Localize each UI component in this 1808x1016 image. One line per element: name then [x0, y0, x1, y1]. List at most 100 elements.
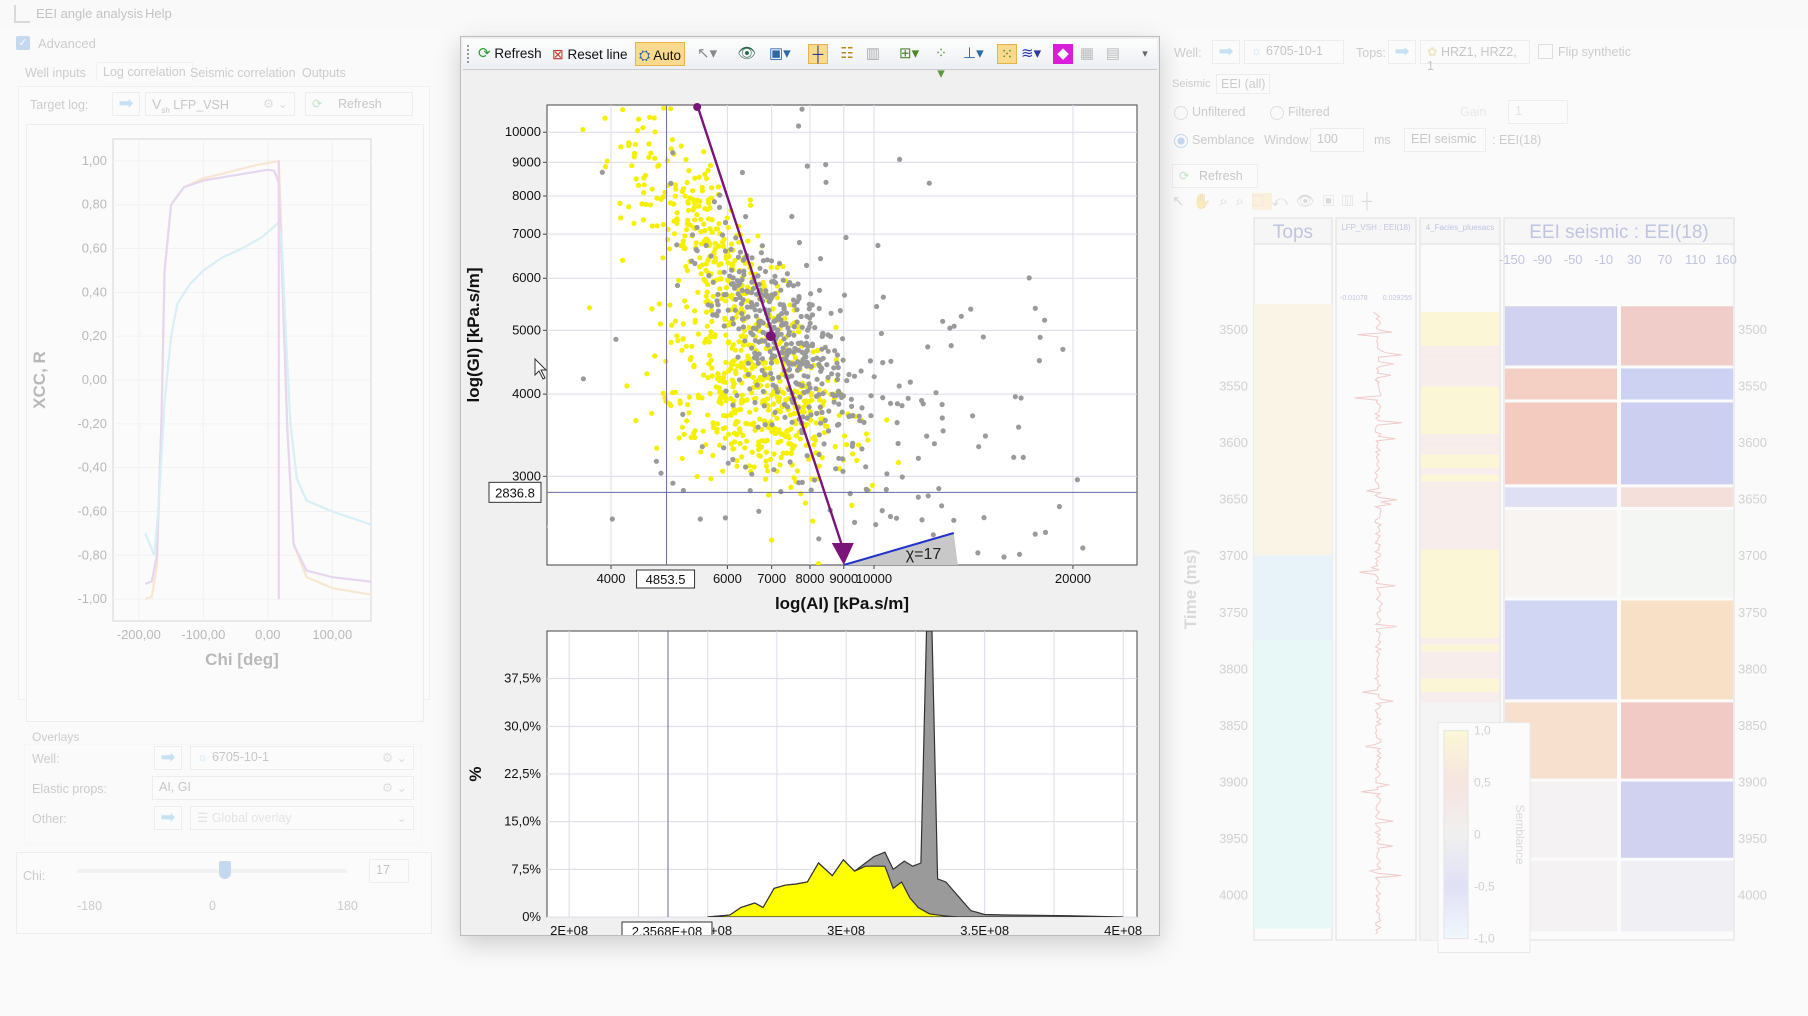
toolbar-overflow-icon[interactable]: ▾: [1135, 44, 1155, 64]
eye-icon[interactable]: 👁: [1296, 193, 1323, 210]
tab-well-inputs[interactable]: Well inputs: [25, 66, 86, 80]
pan-hand-icon[interactable]: ✋: [1193, 193, 1220, 210]
app-title-tab[interactable]: EEI angle analysis: [36, 6, 143, 21]
scatter-point-gray-cluster-core: [773, 280, 779, 286]
scatter-point-gray-cluster-core: [732, 307, 738, 313]
chi-slider-thumb[interactable]: [218, 861, 231, 879]
scatter-point-yellow-cluster-lower: [804, 398, 810, 404]
select-icon[interactable]: ⬚: [1252, 193, 1272, 210]
scatter-point-gray-cluster-core: [775, 389, 781, 395]
crosshair-icon[interactable]: ┼: [1362, 193, 1381, 210]
auto-button[interactable]: ⛭ Auto: [635, 42, 685, 66]
facies-band: [1421, 393, 1499, 401]
eye-icon[interactable]: 👁: [737, 44, 757, 64]
overlay-other-arrow-button[interactable]: ➡: [154, 806, 182, 830]
scatter-point-gray-cluster-core: [844, 378, 850, 384]
colorbar-title: Semblance: [1513, 805, 1527, 865]
scatter-point-gray-cluster-core: [768, 370, 774, 377]
other-overlay-placeholder: Global overlay: [211, 811, 292, 825]
chi-slider-track[interactable]: [77, 869, 347, 873]
scatter-point-yellow-cluster-upper: [617, 200, 623, 206]
chi-value-input[interactable]: 17: [369, 859, 409, 883]
contour-icon[interactable]: ≋▾: [1021, 44, 1041, 64]
layout-icon[interactable]: ▣▾: [769, 44, 791, 64]
seismic-tab-eei-all[interactable]: EEI (all): [1216, 74, 1271, 94]
scatter-point-gray-cluster-core: [851, 373, 858, 379]
scatter-point-yellow-cluster-lower: [763, 476, 769, 482]
tab-log-correlation[interactable]: Log correlation: [96, 62, 193, 81]
crossplot-chart[interactable]: 4000 6000 7000 8000 900010000 200001000090008…: [461, 69, 1159, 625]
target-refresh-button[interactable]: ⟳ Refresh: [305, 92, 413, 116]
scatter-y-tick-label: 9000: [512, 154, 541, 169]
scatter-point-gray-cluster-sparse: [1026, 275, 1032, 281]
undo-zoom-icon[interactable]: ↶: [1272, 193, 1296, 210]
eei-seismic-select[interactable]: EEI seismic: [1404, 128, 1486, 152]
scatter-point-yellow-cluster-upper: [707, 226, 713, 232]
facies-band: [1421, 488, 1499, 496]
scatter-point-gray-cluster-core: [740, 257, 746, 263]
magenta-icon[interactable]: ◆: [1053, 44, 1073, 64]
other-overlay-select[interactable]: ☰ Global overlay ⌄: [190, 806, 414, 830]
scatter-options-icon[interactable]: ⊞▾: [899, 44, 919, 64]
scatter-point-yellow-cluster-upper: [699, 241, 705, 247]
tab-seismic-correlation[interactable]: Seismic correlation: [190, 66, 296, 80]
reset-line-button[interactable]: ⊠ Reset line: [549, 42, 631, 66]
axis-icon[interactable]: ⊥▾: [963, 44, 984, 64]
filtered-radio[interactable]: [1270, 106, 1284, 120]
help-menu[interactable]: Help: [145, 6, 172, 21]
scatter-point-gray-cluster-sparse: [806, 588, 811, 593]
tops-select[interactable]: ✿ HRZ1, HRZ2, 1: [1420, 40, 1530, 73]
target-log-select[interactable]: Vsh LFP_VSH ⚙ ⌄: [145, 92, 295, 116]
gain-input[interactable]: 1: [1508, 100, 1568, 124]
scatter-point-yellow-cluster-lower: [703, 336, 709, 342]
scatter-point-gray-cluster-core: [804, 453, 810, 459]
overlay-well-arrow-button[interactable]: ➡: [154, 746, 182, 770]
zoom-box-icon[interactable]: ⌕: [1219, 193, 1235, 210]
unfiltered-label: Unfiltered: [1192, 105, 1246, 119]
scatter-point-yellow-cluster-lower: [716, 389, 723, 395]
target-log-arrow-button[interactable]: ➡: [112, 92, 140, 116]
scatter-point-gray-cluster-core: [818, 420, 824, 426]
columns-icon[interactable]: ▥: [863, 44, 883, 64]
well-section-display[interactable]: Time (ms) 3500 3500 3550 3550 3600 3600 3650 365…: [1160, 216, 1808, 956]
toolbar-grip[interactable]: [467, 45, 471, 63]
window-label: Window:: [1264, 133, 1312, 147]
pointer-icon[interactable]: ↖: [1172, 193, 1193, 210]
layout-icon[interactable]: ▣: [1323, 193, 1342, 210]
well-arrow-button[interactable]: ➡: [1212, 40, 1240, 64]
facies-band: [1421, 454, 1499, 462]
advanced-checkbox[interactable]: ✓: [16, 36, 30, 50]
scatter-point-gray-cluster-core: [759, 338, 765, 344]
overlay-well-select[interactable]: ☼ 6705-10-1 ⚙ ⌄: [190, 746, 414, 770]
scatter-point-yellow-cluster-upper: [632, 141, 639, 147]
scatter-point-gray-cluster-sparse: [948, 343, 954, 349]
columns-icon[interactable]: ▥: [1342, 193, 1361, 210]
window-input[interactable]: 100: [1310, 128, 1364, 152]
scatter-density-icon[interactable]: ⁙: [997, 44, 1017, 64]
scatter-point-yellow-cluster-lower: [730, 384, 736, 390]
well-select[interactable]: ☼ 6705-10-1: [1244, 40, 1344, 64]
scatter-point-yellow-cluster-lower: [716, 399, 722, 405]
seismic-block-right: [1621, 702, 1733, 779]
mouse-cursor-icon: [534, 357, 548, 380]
crosshair-icon[interactable]: ┼: [808, 44, 828, 64]
legend-icon[interactable]: ☷: [837, 44, 857, 64]
scatter-color-icon[interactable]: ⁘▾: [931, 44, 951, 82]
elastic-props-select[interactable]: AI, GI ⚙ ⌄: [152, 776, 414, 800]
histogram-chart[interactable]: 37,5%30,0%22,5%15,0%7,5%0%2E+082,5E+083E…: [461, 625, 1159, 935]
scatter-point-gray-cluster-sparse: [1040, 595, 1045, 600]
scatter-point-gray-cluster-core: [741, 315, 747, 322]
tab-outputs[interactable]: Outputs: [302, 66, 346, 80]
scatter-point-gray-cluster-sparse: [769, 355, 775, 361]
refresh-button[interactable]: ⟳ Refresh: [475, 42, 545, 66]
flip-synthetic-checkbox[interactable]: [1538, 44, 1553, 59]
right-refresh-button[interactable]: ⟳ Refresh: [1172, 164, 1258, 188]
scatter-point-gray-cluster-sparse: [893, 515, 900, 521]
unfiltered-radio[interactable]: [1174, 106, 1188, 120]
pointer-icon[interactable]: ↖▾: [697, 44, 717, 64]
zoom-out-icon[interactable]: ⌕: [1236, 193, 1252, 210]
scatter-point-yellow-cluster-lower: [700, 428, 706, 434]
refresh-icon: ⟳: [478, 45, 491, 62]
tops-arrow-button[interactable]: ➡: [1388, 40, 1416, 64]
semblance-radio[interactable]: [1174, 134, 1188, 148]
